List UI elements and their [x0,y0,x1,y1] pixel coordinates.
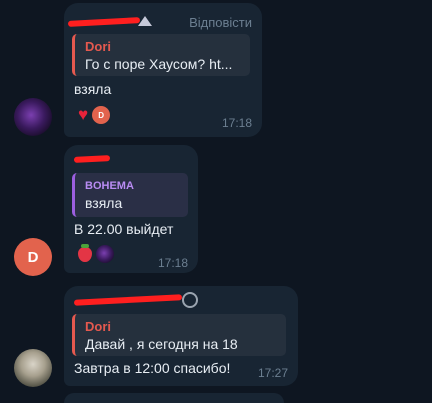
message-time: 17:18 [157,256,188,270]
reply-quote[interactable]: Dori Го с поре Хаусом? ht... [72,34,250,76]
strawberry-reaction-icon[interactable] [78,243,92,262]
redacted-sender-name [73,155,111,163]
message-text: взяла [74,81,112,97]
message-bubble[interactable]: Відповісти Dori Го с поре Хаусом? ht... … [64,3,262,137]
message-bubble[interactable]: Dori Давай , я сегодня на 18 Завтра в 12… [64,286,298,386]
sender-avatar[interactable] [14,98,52,136]
sender-avatar-photo[interactable] [14,349,52,387]
reply-quote[interactable]: BOHEMA взяла [72,173,188,217]
message-time: 17:18 [221,116,252,130]
message-time: 17:27 [257,366,288,380]
quote-text: взяла [85,195,123,211]
quote-text: Давай , я сегодня на 18 [85,336,238,352]
reaction-avatar [96,245,114,263]
message-text: В 22.00 выйдет [74,221,174,237]
redacted-sender-name [73,294,183,306]
reactions[interactable] [78,243,114,263]
message-bubble-partial[interactable] [64,393,284,403]
sender-badge-icon [138,16,152,26]
quote-author: Dori [85,39,111,54]
redacted-sender-name [67,17,141,27]
message-bubble[interactable]: BOHEMA взяла В 22.00 выйдет 17:18 [64,145,198,273]
reply-quote[interactable]: Dori Давай , я сегодня на 18 [72,314,286,356]
heart-reaction-icon[interactable]: ♥ [78,106,88,124]
quote-author: BOHEMA [85,180,134,192]
quote-text: Го с поре Хаусом? ht... [85,56,233,72]
reactions[interactable]: ♥ D [78,106,111,124]
sender-avatar-d[interactable]: D [14,238,52,276]
message-text: Завтра в 12:00 спасибо! [74,360,231,376]
quote-author: Dori [85,319,111,334]
reply-button[interactable]: Відповісти [189,15,252,30]
sender-badge-icon [182,292,198,308]
reaction-avatar: D [92,106,111,124]
avatar-letter: D [27,248,39,266]
